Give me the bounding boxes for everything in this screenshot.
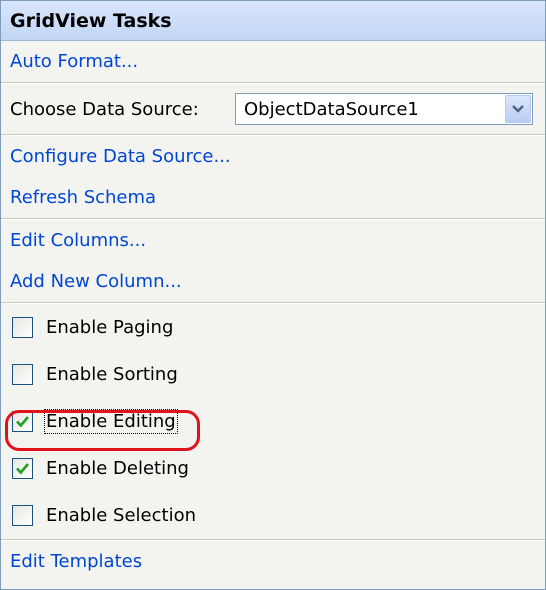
chevron-down-icon [512,105,524,113]
configure-data-source-row: Configure Data Source... [1,136,545,177]
configure-data-source-link[interactable]: Configure Data Source... [10,146,231,167]
data-source-value: ObjectDataSource1 [244,98,419,120]
checkmark-icon [16,416,29,428]
add-new-column-row: Add New Column... [1,261,545,302]
enable-paging-checkbox[interactable] [12,317,33,338]
refresh-schema-row: Refresh Schema [1,177,545,218]
checkmark-icon [16,463,29,475]
enable-deleting-checkbox[interactable] [12,458,33,479]
refresh-schema-link[interactable]: Refresh Schema [10,187,156,208]
data-source-select[interactable]: ObjectDataSource1 [235,93,533,125]
enable-deleting-row[interactable]: Enable Deleting [1,445,545,492]
edit-templates-row: Edit Templates [1,541,545,582]
edit-columns-link[interactable]: Edit Columns... [10,230,146,251]
choose-data-source-label: Choose Data Source: [10,98,199,120]
auto-format-row: Auto Format... [1,41,545,82]
auto-format-link[interactable]: Auto Format... [10,51,138,72]
enable-sorting-checkbox[interactable] [12,364,33,385]
enable-editing-label[interactable]: Enable Editing [44,409,178,434]
panel-title: GridView Tasks [1,1,545,41]
edit-columns-row: Edit Columns... [1,220,545,261]
enable-editing-row[interactable]: Enable Editing [1,398,545,445]
enable-sorting-row[interactable]: Enable Sorting [1,351,545,398]
enable-selection-checkbox[interactable] [12,505,33,526]
choose-data-source-row: Choose Data Source: ObjectDataSource1 [1,84,545,134]
enable-selection-row[interactable]: Enable Selection [1,492,545,539]
enable-deleting-label[interactable]: Enable Deleting [46,458,189,479]
enable-sorting-label[interactable]: Enable Sorting [46,364,178,385]
gridview-tasks-panel: GridView Tasks Auto Format... Choose Dat… [0,0,546,590]
enable-editing-checkbox[interactable] [12,411,33,432]
enable-paging-row[interactable]: Enable Paging [1,304,545,351]
add-new-column-link[interactable]: Add New Column... [10,271,182,292]
enable-paging-label[interactable]: Enable Paging [46,317,173,338]
enable-selection-label[interactable]: Enable Selection [46,505,196,526]
edit-templates-link[interactable]: Edit Templates [10,551,142,572]
data-source-dropdown-button[interactable] [505,95,531,123]
